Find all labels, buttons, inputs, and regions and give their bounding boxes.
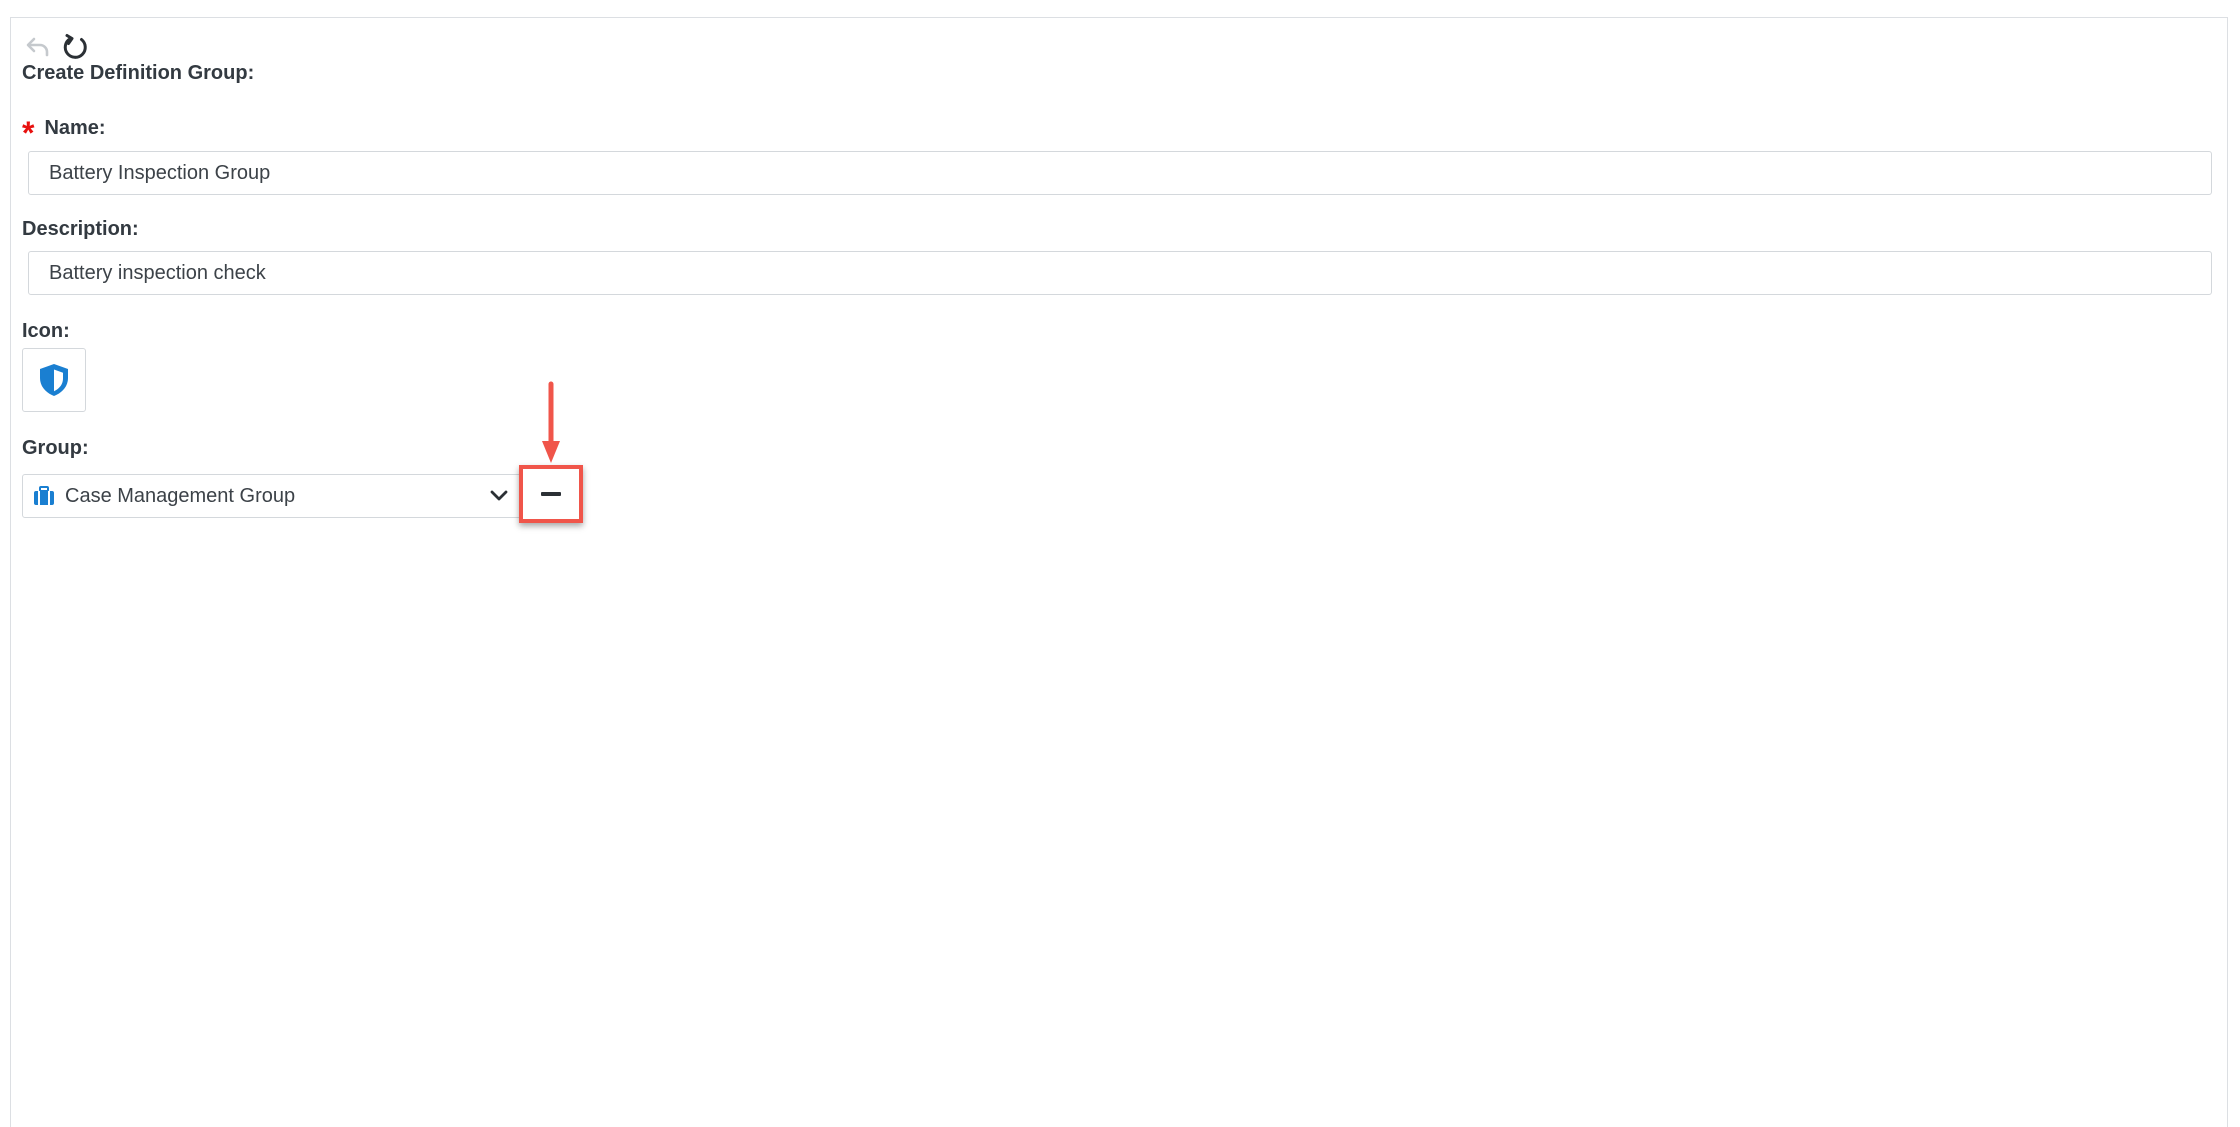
icon-picker-button[interactable]: [22, 348, 86, 412]
group-label: Group:: [22, 437, 89, 459]
chevron-down-icon[interactable]: [487, 484, 511, 508]
description-input[interactable]: [28, 251, 2212, 295]
refresh-icon: [63, 34, 87, 59]
remove-group-highlight: [519, 465, 583, 523]
name-input[interactable]: [28, 151, 2212, 195]
toolbar: [23, 28, 91, 66]
form-panel: Create Definition Group: * Name: Descrip…: [10, 17, 2228, 1127]
description-label: Description:: [22, 218, 139, 240]
shield-icon: [40, 364, 68, 396]
icon-label: Icon:: [22, 320, 70, 342]
briefcase-icon: [33, 485, 55, 507]
undo-button[interactable]: [23, 32, 53, 62]
name-label: Name:: [44, 117, 106, 139]
refresh-button[interactable]: [61, 32, 91, 62]
minus-icon: [541, 492, 561, 496]
undo-icon: [26, 37, 49, 57]
required-marker: *: [22, 114, 35, 151]
group-select-value: Case Management Group: [65, 484, 296, 507]
group-select[interactable]: Case Management Group: [22, 474, 522, 518]
name-label-row: * Name:: [22, 114, 106, 151]
remove-group-button[interactable]: [529, 474, 573, 514]
annotation-arrow-icon: [542, 381, 560, 463]
page-title: Create Definition Group:: [22, 62, 255, 84]
